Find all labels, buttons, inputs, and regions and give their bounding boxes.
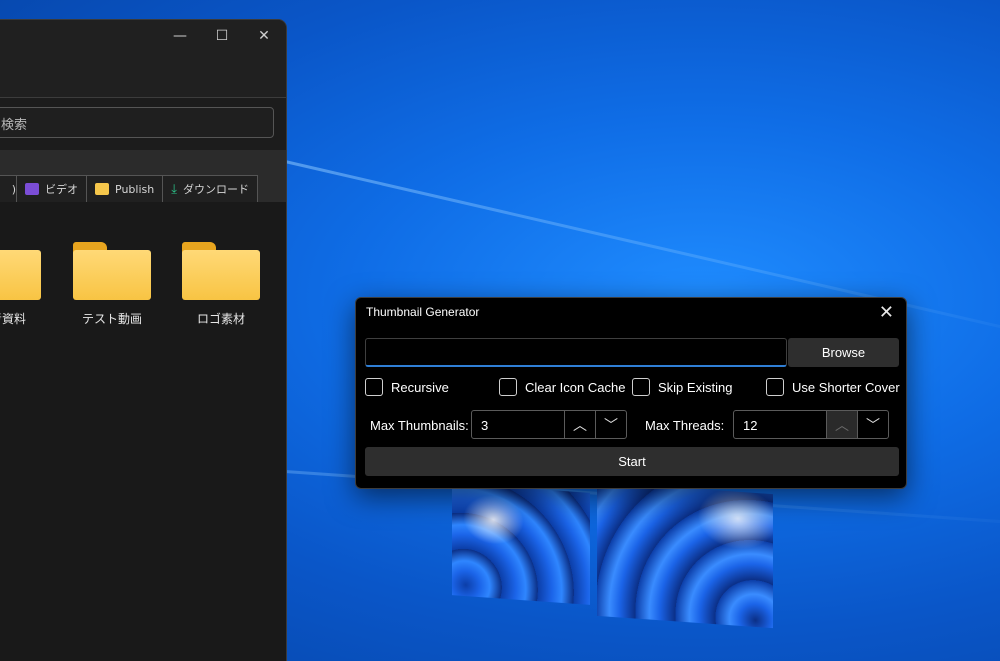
close-icon[interactable]: ✕ — [879, 302, 894, 322]
explorer-file-view: 参考資料 テスト動画 ロゴ素材 — [0, 202, 286, 661]
checkbox-label: Use Shorter Cover — [792, 379, 900, 395]
clear-icon-cache-checkbox[interactable]: Clear Icon Cache — [499, 378, 625, 396]
checkbox-box[interactable] — [766, 378, 784, 396]
bookmark-download[interactable]: ⤓ ダウンロード — [162, 175, 258, 202]
skip-existing-checkbox[interactable]: Skip Existing — [632, 378, 732, 396]
explorer-titlebar: — ☐ ✕ — [0, 20, 286, 98]
max-thumbnails-label: Max Thumbnails: — [370, 418, 469, 433]
wallpaper-logo-pane-left — [452, 483, 590, 605]
bookmark-label: ダウンロード — [182, 183, 249, 196]
thumbnail-generator-dialog: Thumbnail Generator ✕ Browse Recursive C… — [355, 297, 907, 489]
bookmark-video[interactable]: ビデオ — [16, 175, 86, 202]
folder-item[interactable]: 参考資料 — [0, 242, 42, 327]
max-thumbnails-stepper[interactable]: 3 ︿ ﹀ — [471, 410, 627, 439]
bookmark-bar: ) ビデオ Publish ⤓ ダウンロード — [0, 175, 258, 202]
checkbox-label: Clear Icon Cache — [525, 379, 626, 395]
chevron-down-icon[interactable]: ﹀ — [595, 411, 626, 438]
max-threads-value[interactable]: 12 — [734, 411, 826, 438]
folder-icon — [0, 242, 41, 300]
folder-icon — [95, 183, 109, 195]
bookmark-label: ビデオ — [45, 183, 78, 196]
chevron-down-icon[interactable]: ﹀ — [857, 411, 888, 438]
start-button[interactable]: Start — [365, 447, 899, 476]
close-icon[interactable]: ✕ — [254, 26, 274, 46]
max-thumbnails-value[interactable]: 3 — [472, 411, 564, 438]
use-shorter-cover-checkbox[interactable]: Use Shorter Cover — [766, 378, 900, 396]
folder-label: 参考資料 — [0, 312, 26, 326]
folder-label: テスト動画 — [81, 312, 142, 326]
recursive-checkbox[interactable]: Recursive — [365, 378, 449, 396]
download-icon: ⤓ — [171, 181, 177, 197]
folder-icon — [73, 242, 151, 300]
folder-item[interactable]: ロゴ素材 — [181, 242, 261, 327]
folder-item[interactable]: テスト動画 — [72, 242, 152, 327]
folder-icon — [182, 242, 260, 300]
search-placeholder: 検索 — [1, 118, 28, 133]
checkbox-box[interactable] — [365, 378, 383, 396]
bookmark-label: Publish — [115, 182, 155, 196]
checkbox-label: Skip Existing — [658, 379, 733, 395]
max-threads-stepper[interactable]: 12 ︿ ﹀ — [733, 410, 889, 439]
checkbox-label: Recursive — [391, 379, 449, 395]
minimize-icon[interactable]: — — [170, 26, 190, 46]
checkbox-box[interactable] — [499, 378, 517, 396]
folder-path-input[interactable] — [365, 338, 787, 367]
video-icon — [25, 183, 39, 195]
maximize-icon[interactable]: ☐ — [212, 26, 232, 46]
max-threads-label: Max Threads: — [645, 418, 725, 433]
chevron-up-icon[interactable]: ︿ — [564, 411, 595, 438]
bookmark-partial[interactable]: ) — [0, 175, 16, 202]
bookmark-publish[interactable]: Publish — [86, 175, 163, 202]
browse-button[interactable]: Browse — [788, 338, 899, 367]
chevron-up-icon[interactable]: ︿ — [826, 411, 857, 438]
dialog-title: Thumbnail Generator — [366, 305, 480, 319]
explorer-search-box[interactable]: 検索 — [0, 107, 274, 138]
checkbox-box[interactable] — [632, 378, 650, 396]
file-explorer-window: — ☐ ✕ 検索 ) ビデオ Publish ⤓ ダウンロード 参考資料 テスト… — [0, 20, 286, 661]
folder-label: ロゴ素材 — [196, 312, 245, 326]
wallpaper-logo-pane-right — [597, 481, 773, 629]
